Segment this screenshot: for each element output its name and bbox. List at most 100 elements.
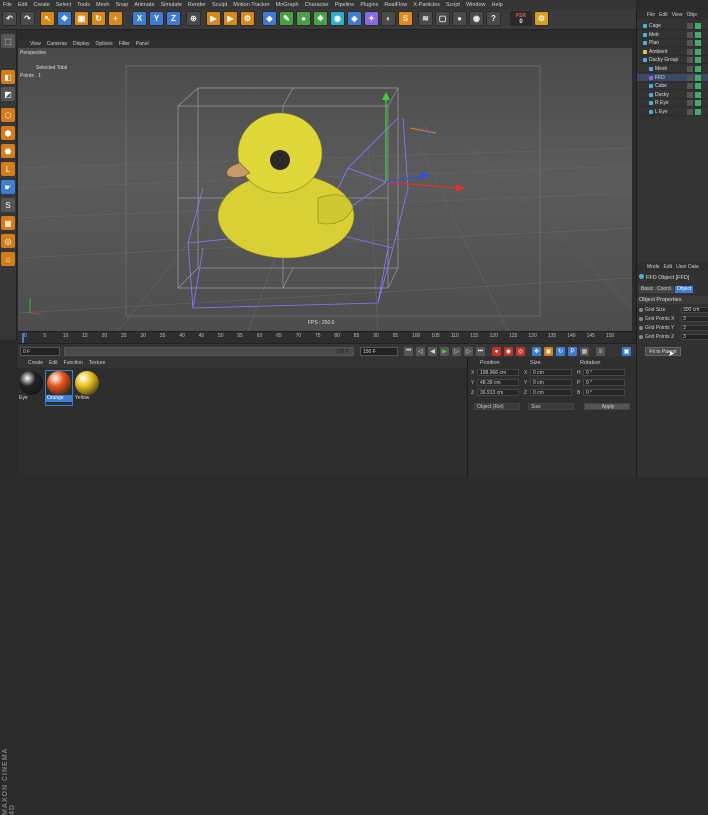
menu-item[interactable]: Tools [77,2,90,8]
rotation-field[interactable]: 0 ° [583,389,625,396]
frame-range-slider[interactable] [64,347,354,356]
object-row[interactable]: Cube [637,82,708,91]
array-icon[interactable]: ❖ [313,11,328,26]
texture-mode-icon[interactable]: ◩ [1,87,15,101]
material-swatch[interactable]: Yellow [74,371,100,405]
menu-item[interactable]: File [3,2,12,8]
property-value-field[interactable]: 300 cm [681,307,708,313]
visibility-dots-icon[interactable] [687,48,693,55]
end-frame-field[interactable]: 150 F [360,347,398,356]
mograph-icon[interactable]: ◈ [347,11,362,26]
position-key-icon[interactable]: ✥ [532,347,541,356]
visibility-dots-icon[interactable] [687,40,693,47]
prev-key-icon[interactable]: ◁ [416,347,425,356]
x-particles-question-icon[interactable]: ? [486,11,501,26]
playhead[interactable] [22,333,24,343]
solo-icon[interactable]: ◎ [1,234,15,248]
menu-item[interactable]: Mesh [96,2,109,8]
object-row[interactable]: Mesh [637,65,708,73]
menu-item[interactable]: Pipeline [335,2,355,8]
make-editable-icon[interactable]: ⬚ [1,34,15,48]
viewport-menu-item[interactable]: Filter [119,41,130,47]
undo-icon[interactable]: ↶ [2,11,17,26]
locked-workplane-icon[interactable]: ⌂ [1,252,15,266]
size-mode-select[interactable]: Size [528,403,574,410]
menu-item[interactable]: MoGraph [276,2,299,8]
redo-icon[interactable]: ↷ [20,11,35,26]
animate-dot-icon[interactable] [639,326,643,330]
menu-item[interactable]: Render [188,2,206,8]
enable-check-icon[interactable] [695,109,701,115]
enable-check-icon[interactable] [695,100,701,107]
light-icon[interactable]: S [398,11,413,26]
position-field[interactable]: 198.966 cm [477,369,519,376]
snap-icon[interactable]: S [1,198,15,212]
layout-icon[interactable]: ▣ [622,347,631,356]
viewport-menu-item[interactable]: Options [95,41,112,47]
menu-item[interactable]: RealFlow [384,2,407,8]
perspective-viewport[interactable]: Perspective Selected Total Points 1 FPS … [18,48,632,331]
x-particles-cube-icon[interactable]: ▢ [435,11,450,26]
visibility-dots-icon[interactable] [687,31,693,38]
rotate-tool-icon[interactable]: ↻ [91,11,106,26]
animate-dot-icon[interactable] [639,317,643,321]
object-menu-item[interactable]: Edit [659,12,668,18]
menu-item[interactable]: X-Particles [413,2,440,8]
next-frame-icon[interactable]: ▷ [452,347,461,356]
rotation-field[interactable]: 0 ° [583,369,625,376]
enable-check-icon[interactable] [695,23,701,29]
enable-check-icon[interactable] [695,83,701,90]
property-value-field[interactable]: 3 [681,316,708,322]
points-mode-icon[interactable]: ⬡ [1,108,15,122]
position-field[interactable]: 36.913 cm [477,389,519,396]
viewport-menu-item[interactable]: Panel [136,41,149,47]
recent-tools-icon[interactable]: + [108,11,123,26]
next-key-icon[interactable]: ▷ [464,347,473,356]
menu-item[interactable]: Snap [115,2,128,8]
spline-pen-icon[interactable]: ✎ [279,11,294,26]
rotation-field[interactable]: 0 ° [583,379,625,386]
tab-basic[interactable]: Basic [639,286,656,293]
polygons-mode-icon[interactable]: ⬣ [1,144,15,158]
enable-check-icon[interactable] [695,66,701,72]
animate-dot-icon[interactable] [639,308,643,312]
material-menu-item[interactable]: Create [28,360,43,366]
x-particles-modifier-icon[interactable]: ◉ [469,11,484,26]
visibility-dots-icon[interactable] [687,23,693,29]
scale-tool-icon[interactable]: ▣ [74,11,89,26]
material-menu-item[interactable]: Function [64,360,83,366]
property-value-field[interactable]: 3 [681,325,708,331]
goto-start-icon[interactable]: ⏮ [404,347,413,356]
object-row[interactable]: Cage [637,22,708,30]
scale-key-icon[interactable]: ▣ [544,347,553,356]
axis-mode-icon[interactable]: L [1,162,15,176]
z-axis-lock-button[interactable]: Z [166,11,181,26]
visibility-dots-icon[interactable] [687,83,693,90]
enable-check-icon[interactable] [695,48,701,55]
live-selection-icon[interactable]: ↖ [40,11,55,26]
menu-item[interactable]: Character [305,2,329,8]
enable-check-icon[interactable] [695,74,701,81]
play-icon[interactable]: ▶ [440,347,449,356]
apply-button[interactable]: Apply [584,403,630,410]
animate-dot-icon[interactable] [639,335,643,339]
coord-mode-select[interactable]: Object (Rel) [474,403,520,410]
menu-item[interactable]: Help [492,2,503,8]
menu-item[interactable]: Simulate [161,2,182,8]
x-particles-emitter-icon[interactable]: ● [452,11,467,26]
size-field[interactable]: 0 cm [530,369,572,376]
auto-key-icon[interactable]: ◉ [504,347,513,356]
object-menu-item[interactable]: View [672,12,683,18]
viewport-menu-item[interactable]: View [30,41,41,47]
menu-item[interactable]: Motion Tracker [233,2,269,8]
camera-icon[interactable]: ◐ [381,11,396,26]
edges-mode-icon[interactable]: ⬢ [1,126,15,140]
y-axis-lock-button[interactable]: Y [149,11,164,26]
size-field[interactable]: 0 cm [530,389,572,396]
visibility-dots-icon[interactable] [687,109,693,115]
property-value-field[interactable]: 3 [681,334,708,340]
menu-item[interactable]: Select [56,2,71,8]
menu-item[interactable]: Window [466,2,486,8]
viewport-menu-item[interactable]: Display [73,41,89,47]
model-mode-icon[interactable]: ◧ [1,70,15,84]
